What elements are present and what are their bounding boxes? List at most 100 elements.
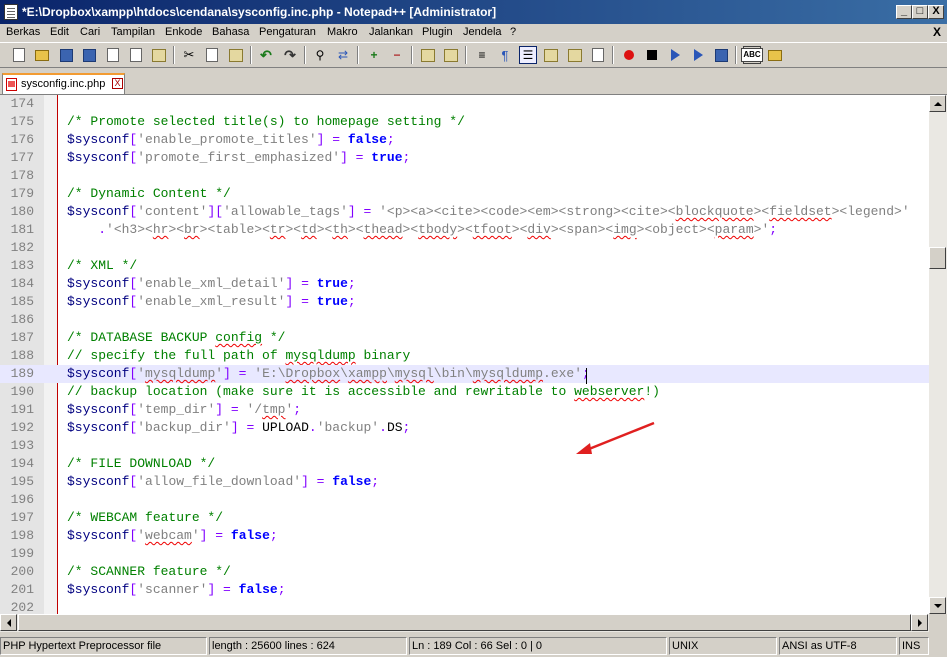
line-number: 188 — [10, 348, 34, 363]
code-token: $sysconf — [67, 402, 130, 417]
new-file-icon[interactable] — [10, 46, 28, 64]
tab-sysconfig[interactable]: sysconfig.inc.php X — [2, 73, 125, 94]
menu-tampilan[interactable]: Tampilan — [111, 26, 155, 38]
code-line[interactable]: 175 /* Promote selected title(s) to homep… — [0, 113, 929, 131]
open-file-icon[interactable] — [33, 46, 51, 64]
close-document-button[interactable]: X — [933, 25, 941, 39]
spellcheck-icon[interactable]: ABC — [741, 46, 763, 64]
menu-berkas[interactable]: Berkas — [6, 26, 40, 38]
code-line[interactable]: 176 $sysconf['enable_promote_titles'] = f… — [0, 131, 929, 149]
code-line[interactable]: 184 $sysconf['enable_xml_detail'] = true; — [0, 275, 929, 293]
save-all-icon[interactable] — [80, 46, 98, 64]
line-number: 189 — [10, 366, 34, 381]
scroll-left-button[interactable] — [0, 614, 17, 631]
show-all-chars-icon[interactable]: ¶ — [496, 46, 514, 64]
run-macro-multiple-icon[interactable] — [689, 46, 707, 64]
code-line[interactable]: 183 /* XML */ — [0, 257, 929, 275]
horizontal-scroll-thumb[interactable] — [18, 614, 911, 631]
code-line[interactable]: 195 $sysconf['allow_file_download'] = fal… — [0, 473, 929, 491]
code-line[interactable]: 196 — [0, 491, 929, 509]
vertical-scrollbar[interactable] — [929, 94, 947, 614]
save-macro-icon[interactable] — [712, 46, 730, 64]
close-all-icon[interactable] — [127, 46, 145, 64]
stop-macro-icon[interactable] — [643, 46, 661, 64]
code-line[interactable]: 180 $sysconf['content']['allowable_tags']… — [0, 203, 929, 221]
menu-bahasa[interactable]: Bahasa — [212, 26, 249, 38]
cut-icon[interactable]: ✂ — [180, 46, 198, 64]
code-line[interactable]: 189 $sysconf['mysqldump'] = 'E:\Dropbox\x… — [0, 365, 929, 383]
plugin-icon[interactable] — [766, 46, 784, 64]
maximize-button[interactable]: □ — [912, 5, 928, 19]
udl-icon[interactable] — [542, 46, 560, 64]
scroll-down-button[interactable] — [929, 597, 946, 614]
menu-pengaturan[interactable]: Pengaturan — [259, 26, 316, 38]
code-text: $sysconf['enable_xml_detail'] = true; — [67, 275, 356, 293]
menu-edit[interactable]: Edit — [50, 26, 69, 38]
code-line[interactable]: 201 $sysconf['scanner'] = false; — [0, 581, 929, 599]
code-line[interactable]: 190 // backup location (make sure it is a… — [0, 383, 929, 401]
code-token: fieldset — [769, 204, 832, 219]
code-line[interactable]: 177 $sysconf['promote_first_emphasized'] … — [0, 149, 929, 167]
code-token: $sysconf — [67, 204, 130, 219]
tab-close-button[interactable]: X — [112, 78, 123, 89]
doc-map-icon[interactable] — [566, 46, 584, 64]
code-line[interactable]: 194 /* FILE DOWNLOAD */ — [0, 455, 929, 473]
code-token: /* FILE DOWNLOAD */ — [67, 456, 216, 471]
code-line[interactable]: 192 $sysconf['backup_dir'] = UPLOAD.'back… — [0, 419, 929, 437]
play-macro-icon[interactable] — [666, 46, 684, 64]
paste-icon[interactable] — [227, 46, 245, 64]
code-line[interactable]: 187 /* DATABASE BACKUP config */ — [0, 329, 929, 347]
redo-icon[interactable]: ↷ — [281, 46, 299, 64]
word-wrap-icon[interactable]: ≡ — [473, 46, 491, 64]
menu-jendela[interactable]: Jendela — [463, 26, 502, 38]
code-line[interactable]: 185 $sysconf['enable_xml_result'] = true; — [0, 293, 929, 311]
code-line[interactable]: 202 — [0, 599, 929, 614]
code-line[interactable]: 182 — [0, 239, 929, 257]
close-button[interactable]: X — [928, 5, 944, 19]
record-macro-icon[interactable] — [620, 46, 638, 64]
scroll-right-button[interactable] — [911, 614, 928, 631]
replace-icon[interactable]: ⇄ — [334, 46, 352, 64]
code-line[interactable]: 198 $sysconf['webcam'] = false; — [0, 527, 929, 545]
menu-enkode[interactable]: Enkode — [165, 26, 202, 38]
zoom-out-icon[interactable]: − — [388, 46, 406, 64]
horizontal-scrollbar[interactable] — [0, 614, 929, 632]
menu-makro[interactable]: Makro — [327, 26, 358, 38]
menu-help[interactable]: ? — [510, 26, 516, 38]
minimize-button[interactable]: _ — [896, 5, 912, 19]
vertical-scroll-thumb[interactable] — [929, 247, 946, 269]
code-line[interactable]: 191 $sysconf['temp_dir'] = '/tmp'; — [0, 401, 929, 419]
code-line[interactable]: 178 — [0, 167, 929, 185]
code-line[interactable]: 197 /* WEBCAM feature */ — [0, 509, 929, 527]
code-editor[interactable]: 174 175 /* Promote selected title(s) to ho… — [0, 94, 929, 614]
menu-plugin[interactable]: Plugin — [422, 26, 453, 38]
code-token: >< — [168, 222, 185, 237]
code-line[interactable]: 174 — [0, 95, 929, 113]
status-length-lines: length : 25600 lines : 624 — [209, 637, 407, 655]
title-bar[interactable]: *E:\Dropbox\xampp\htdocs\cendana\sysconf… — [0, 0, 947, 24]
code-line[interactable]: 199 — [0, 545, 929, 563]
code-token: /* DATABASE BACKUP — [67, 330, 216, 345]
code-line[interactable]: 193 — [0, 437, 929, 455]
function-list-icon[interactable] — [589, 46, 607, 64]
scroll-up-button[interactable] — [929, 95, 946, 112]
code-line[interactable]: 181 .'<h3><hr><br><table><tr><td><th><th… — [0, 221, 929, 239]
code-line[interactable]: 186 — [0, 311, 929, 329]
menu-cari[interactable]: Cari — [80, 26, 100, 38]
code-token: ; — [293, 402, 302, 417]
indent-guide-icon[interactable]: ☰ — [519, 46, 537, 64]
code-line[interactable]: 188 // specify the full path of mysqldump… — [0, 347, 929, 365]
sync-horizontal-icon[interactable] — [442, 46, 460, 64]
find-icon[interactable]: ⚲ — [311, 46, 329, 64]
copy-icon[interactable] — [203, 46, 221, 64]
notepadpp-app-icon[interactable] — [4, 4, 18, 20]
close-icon[interactable] — [104, 46, 122, 64]
undo-icon[interactable]: ↶ — [257, 46, 275, 64]
sync-vertical-icon[interactable] — [419, 46, 437, 64]
zoom-in-icon[interactable]: + — [365, 46, 383, 64]
print-icon[interactable] — [150, 46, 168, 64]
menu-jalankan[interactable]: Jalankan — [369, 26, 413, 38]
save-icon[interactable] — [57, 46, 75, 64]
code-line[interactable]: 200 /* SCANNER feature */ — [0, 563, 929, 581]
code-line[interactable]: 179 /* Dynamic Content */ — [0, 185, 929, 203]
